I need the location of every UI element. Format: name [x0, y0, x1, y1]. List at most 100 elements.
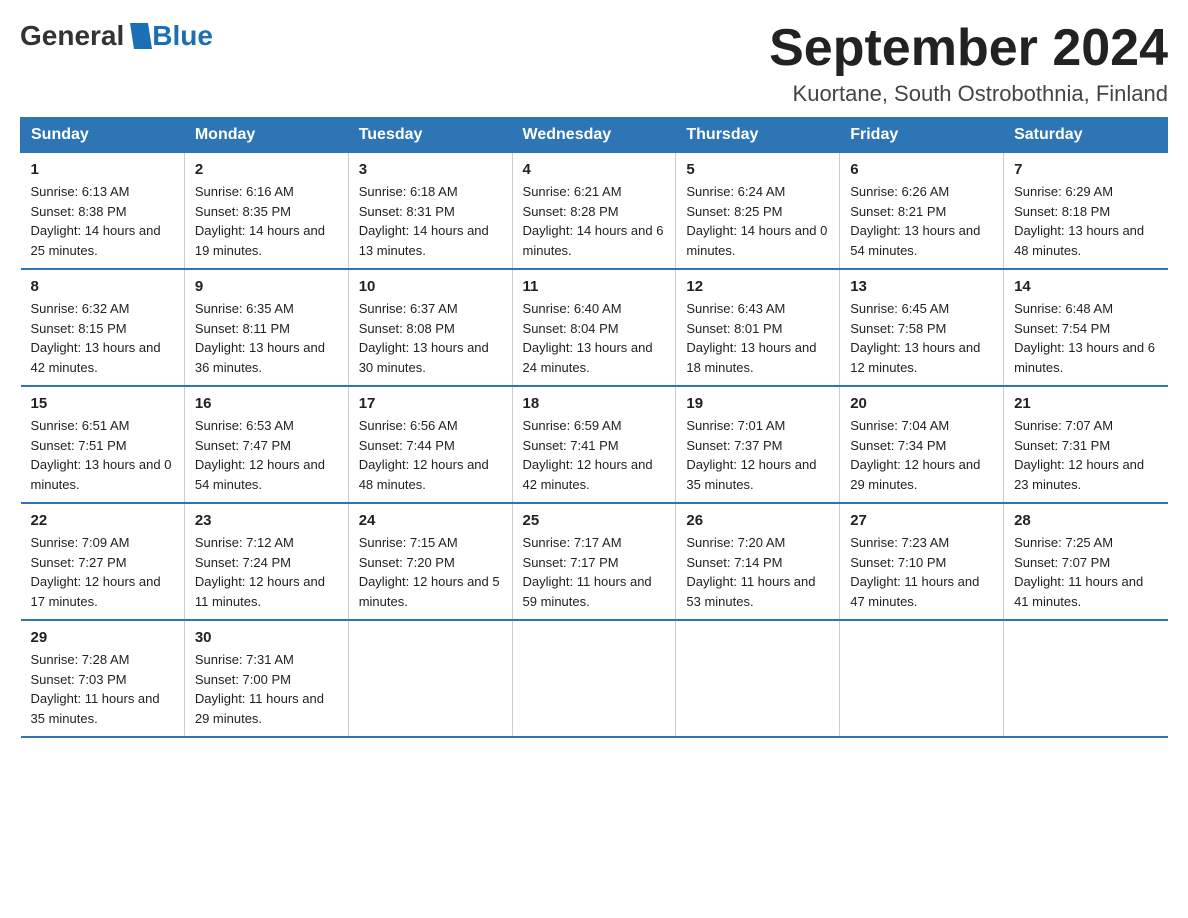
day-number: 16 [195, 395, 338, 412]
day-number: 3 [359, 161, 502, 178]
day-info: Sunrise: 6:40 AMSunset: 8:04 PMDaylight:… [523, 301, 653, 375]
logo-icon [130, 23, 152, 49]
day-info: Sunrise: 6:45 AMSunset: 7:58 PMDaylight:… [850, 301, 980, 375]
day-number: 19 [686, 395, 829, 412]
calendar-cell: 19 Sunrise: 7:01 AMSunset: 7:37 PMDaylig… [676, 386, 840, 503]
weekday-header-saturday: Saturday [1004, 118, 1168, 153]
calendar-cell: 12 Sunrise: 6:43 AMSunset: 8:01 PMDaylig… [676, 269, 840, 386]
calendar-cell: 5 Sunrise: 6:24 AMSunset: 8:25 PMDayligh… [676, 153, 840, 270]
day-number: 23 [195, 512, 338, 529]
calendar-cell: 21 Sunrise: 7:07 AMSunset: 7:31 PMDaylig… [1004, 386, 1168, 503]
day-info: Sunrise: 6:18 AMSunset: 8:31 PMDaylight:… [359, 184, 489, 258]
calendar-cell: 17 Sunrise: 6:56 AMSunset: 7:44 PMDaylig… [348, 386, 512, 503]
day-info: Sunrise: 6:16 AMSunset: 8:35 PMDaylight:… [195, 184, 325, 258]
calendar-cell: 3 Sunrise: 6:18 AMSunset: 8:31 PMDayligh… [348, 153, 512, 270]
calendar-cell: 6 Sunrise: 6:26 AMSunset: 8:21 PMDayligh… [840, 153, 1004, 270]
weekday-header-sunday: Sunday [21, 118, 185, 153]
calendar-cell: 18 Sunrise: 6:59 AMSunset: 7:41 PMDaylig… [512, 386, 676, 503]
day-number: 22 [31, 512, 174, 529]
day-info: Sunrise: 7:15 AMSunset: 7:20 PMDaylight:… [359, 535, 500, 609]
day-number: 20 [850, 395, 993, 412]
weekday-header-monday: Monday [184, 118, 348, 153]
calendar-cell [348, 620, 512, 737]
calendar-cell: 30 Sunrise: 7:31 AMSunset: 7:00 PMDaylig… [184, 620, 348, 737]
calendar-cell: 29 Sunrise: 7:28 AMSunset: 7:03 PMDaylig… [21, 620, 185, 737]
day-number: 18 [523, 395, 666, 412]
calendar-cell: 28 Sunrise: 7:25 AMSunset: 7:07 PMDaylig… [1004, 503, 1168, 620]
day-number: 8 [31, 278, 174, 295]
day-number: 13 [850, 278, 993, 295]
day-info: Sunrise: 6:13 AMSunset: 8:38 PMDaylight:… [31, 184, 161, 258]
calendar-cell [676, 620, 840, 737]
calendar-cell: 23 Sunrise: 7:12 AMSunset: 7:24 PMDaylig… [184, 503, 348, 620]
day-info: Sunrise: 7:31 AMSunset: 7:00 PMDaylight:… [195, 652, 324, 726]
day-number: 15 [31, 395, 174, 412]
day-info: Sunrise: 6:24 AMSunset: 8:25 PMDaylight:… [686, 184, 827, 258]
calendar-week-row: 1 Sunrise: 6:13 AMSunset: 8:38 PMDayligh… [21, 153, 1168, 270]
day-info: Sunrise: 6:37 AMSunset: 8:08 PMDaylight:… [359, 301, 489, 375]
calendar-cell: 2 Sunrise: 6:16 AMSunset: 8:35 PMDayligh… [184, 153, 348, 270]
logo: General Blue [20, 20, 213, 52]
calendar-cell: 7 Sunrise: 6:29 AMSunset: 8:18 PMDayligh… [1004, 153, 1168, 270]
day-info: Sunrise: 6:35 AMSunset: 8:11 PMDaylight:… [195, 301, 325, 375]
calendar-cell: 14 Sunrise: 6:48 AMSunset: 7:54 PMDaylig… [1004, 269, 1168, 386]
logo-text-blue: Blue [152, 20, 213, 52]
day-info: Sunrise: 7:01 AMSunset: 7:37 PMDaylight:… [686, 418, 816, 492]
calendar-week-row: 8 Sunrise: 6:32 AMSunset: 8:15 PMDayligh… [21, 269, 1168, 386]
weekday-header-tuesday: Tuesday [348, 118, 512, 153]
calendar-cell: 1 Sunrise: 6:13 AMSunset: 8:38 PMDayligh… [21, 153, 185, 270]
calendar-cell: 20 Sunrise: 7:04 AMSunset: 7:34 PMDaylig… [840, 386, 1004, 503]
day-number: 1 [31, 161, 174, 178]
calendar-cell: 15 Sunrise: 6:51 AMSunset: 7:51 PMDaylig… [21, 386, 185, 503]
weekday-header-friday: Friday [840, 118, 1004, 153]
day-info: Sunrise: 6:43 AMSunset: 8:01 PMDaylight:… [686, 301, 816, 375]
day-info: Sunrise: 7:25 AMSunset: 7:07 PMDaylight:… [1014, 535, 1143, 609]
logo-text-general: General [20, 20, 124, 52]
day-info: Sunrise: 7:28 AMSunset: 7:03 PMDaylight:… [31, 652, 160, 726]
page-header: General Blue September 2024 Kuortane, So… [20, 20, 1168, 107]
day-number: 28 [1014, 512, 1157, 529]
calendar-cell: 22 Sunrise: 7:09 AMSunset: 7:27 PMDaylig… [21, 503, 185, 620]
day-info: Sunrise: 6:53 AMSunset: 7:47 PMDaylight:… [195, 418, 325, 492]
location-title: Kuortane, South Ostrobothnia, Finland [769, 81, 1168, 107]
weekday-header-row: SundayMondayTuesdayWednesdayThursdayFrid… [21, 118, 1168, 153]
day-info: Sunrise: 7:17 AMSunset: 7:17 PMDaylight:… [523, 535, 652, 609]
day-number: 14 [1014, 278, 1157, 295]
calendar-week-row: 29 Sunrise: 7:28 AMSunset: 7:03 PMDaylig… [21, 620, 1168, 737]
calendar-cell: 4 Sunrise: 6:21 AMSunset: 8:28 PMDayligh… [512, 153, 676, 270]
day-info: Sunrise: 7:07 AMSunset: 7:31 PMDaylight:… [1014, 418, 1144, 492]
weekday-header-thursday: Thursday [676, 118, 840, 153]
weekday-header-wednesday: Wednesday [512, 118, 676, 153]
day-info: Sunrise: 7:04 AMSunset: 7:34 PMDaylight:… [850, 418, 980, 492]
calendar-cell: 27 Sunrise: 7:23 AMSunset: 7:10 PMDaylig… [840, 503, 1004, 620]
day-info: Sunrise: 6:56 AMSunset: 7:44 PMDaylight:… [359, 418, 489, 492]
day-number: 7 [1014, 161, 1157, 178]
calendar-cell: 26 Sunrise: 7:20 AMSunset: 7:14 PMDaylig… [676, 503, 840, 620]
calendar-cell: 13 Sunrise: 6:45 AMSunset: 7:58 PMDaylig… [840, 269, 1004, 386]
calendar-cell: 11 Sunrise: 6:40 AMSunset: 8:04 PMDaylig… [512, 269, 676, 386]
day-number: 27 [850, 512, 993, 529]
day-info: Sunrise: 6:29 AMSunset: 8:18 PMDaylight:… [1014, 184, 1144, 258]
day-info: Sunrise: 6:21 AMSunset: 8:28 PMDaylight:… [523, 184, 664, 258]
day-info: Sunrise: 6:32 AMSunset: 8:15 PMDaylight:… [31, 301, 161, 375]
calendar-cell [512, 620, 676, 737]
day-info: Sunrise: 6:48 AMSunset: 7:54 PMDaylight:… [1014, 301, 1155, 375]
calendar-cell: 16 Sunrise: 6:53 AMSunset: 7:47 PMDaylig… [184, 386, 348, 503]
month-title: September 2024 [769, 20, 1168, 77]
day-number: 25 [523, 512, 666, 529]
day-info: Sunrise: 7:20 AMSunset: 7:14 PMDaylight:… [686, 535, 815, 609]
calendar-cell: 25 Sunrise: 7:17 AMSunset: 7:17 PMDaylig… [512, 503, 676, 620]
day-info: Sunrise: 6:51 AMSunset: 7:51 PMDaylight:… [31, 418, 172, 492]
day-number: 17 [359, 395, 502, 412]
day-number: 11 [523, 278, 666, 295]
day-number: 12 [686, 278, 829, 295]
calendar-week-row: 22 Sunrise: 7:09 AMSunset: 7:27 PMDaylig… [21, 503, 1168, 620]
day-info: Sunrise: 6:26 AMSunset: 8:21 PMDaylight:… [850, 184, 980, 258]
day-number: 9 [195, 278, 338, 295]
calendar-cell: 9 Sunrise: 6:35 AMSunset: 8:11 PMDayligh… [184, 269, 348, 386]
day-info: Sunrise: 7:12 AMSunset: 7:24 PMDaylight:… [195, 535, 325, 609]
day-info: Sunrise: 7:23 AMSunset: 7:10 PMDaylight:… [850, 535, 979, 609]
day-number: 5 [686, 161, 829, 178]
day-number: 26 [686, 512, 829, 529]
title-area: September 2024 Kuortane, South Ostroboth… [769, 20, 1168, 107]
